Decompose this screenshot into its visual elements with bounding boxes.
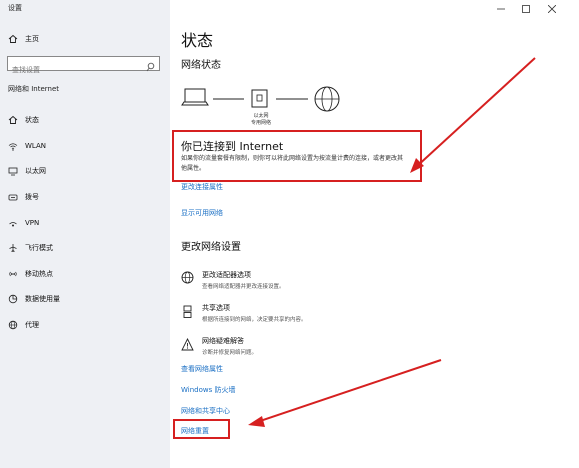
annotation-arrow-upper xyxy=(410,57,536,173)
annotation-arrow-lower xyxy=(248,359,442,427)
annotation-arrows xyxy=(248,57,536,427)
